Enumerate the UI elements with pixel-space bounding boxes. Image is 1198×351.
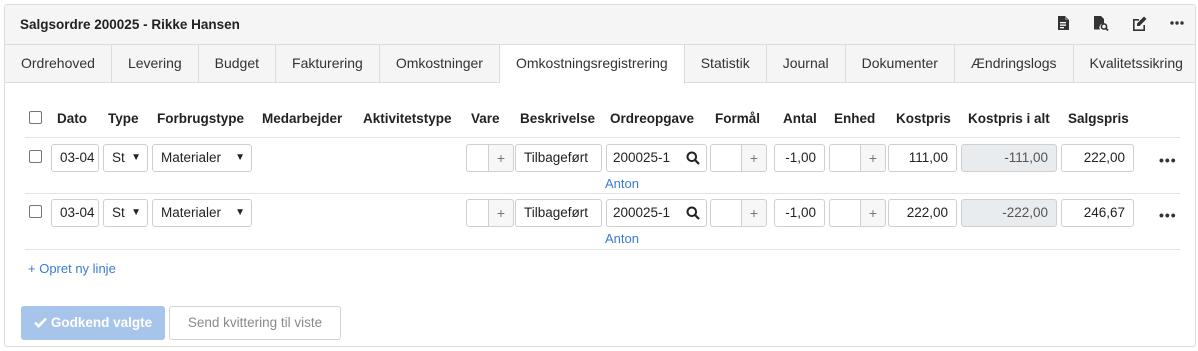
- col-beskrivelse: Beskrivelse: [520, 111, 596, 126]
- antal-input[interactable]: -1,00: [774, 144, 825, 172]
- enhed-input-group: +: [829, 144, 886, 172]
- vare-add-button[interactable]: +: [488, 144, 514, 172]
- add-line-link[interactable]: + Opret ny linje: [28, 261, 116, 276]
- row-more-icon[interactable]: •••: [1159, 152, 1177, 168]
- tab-statistik[interactable]: Statistik: [685, 45, 767, 82]
- vare-input[interactable]: [466, 199, 488, 227]
- tab-kvalitetssikring[interactable]: Kvalitetssikring: [1074, 45, 1195, 82]
- col-formaal: Formål: [715, 111, 761, 126]
- col-enhed: Enhed: [834, 111, 876, 126]
- row-checkbox[interactable]: [29, 150, 42, 163]
- col-forbrugstype: Forbrugstype: [157, 111, 245, 126]
- formaal-input-group: +: [710, 199, 767, 227]
- select-all-checkbox[interactable]: [29, 111, 42, 124]
- forbrugstype-select-value: Materialer: [161, 150, 222, 165]
- formaal-input[interactable]: [710, 144, 741, 172]
- approve-selected-button[interactable]: Godkend valgte: [21, 306, 165, 340]
- tab-dokumenter[interactable]: Dokumenter: [846, 45, 955, 82]
- ordreopgave-input[interactable]: 200025-1: [606, 144, 707, 172]
- type-select-value: St: [112, 150, 125, 165]
- salgspris-input[interactable]: 246,67: [1061, 199, 1134, 227]
- beskrivelse-input[interactable]: Tilbageført: [515, 199, 602, 227]
- tab-journal[interactable]: Journal: [767, 45, 846, 82]
- tab-fakturering[interactable]: Fakturering: [276, 45, 380, 82]
- chevron-down-icon: ▼: [131, 207, 141, 218]
- kostpris-i-alt-field: -111,00: [961, 144, 1057, 172]
- chevron-down-icon: ▼: [131, 152, 141, 163]
- col-vare: Vare: [471, 111, 500, 126]
- forbrugstype-select[interactable]: Materialer ▼: [152, 199, 252, 227]
- col-dato: Dato: [57, 111, 87, 126]
- enhed-input[interactable]: [829, 144, 860, 172]
- search-icon[interactable]: [686, 151, 700, 165]
- forbrugstype-select[interactable]: Materialer ▼: [152, 144, 252, 172]
- type-select[interactable]: St ▼: [103, 144, 148, 172]
- kostpris-input[interactable]: 111,00: [888, 144, 957, 172]
- formaal-input-group: +: [710, 144, 767, 172]
- date-input[interactable]: 03-04: [51, 144, 99, 172]
- row-checkbox[interactable]: [29, 205, 42, 218]
- row-divider: [25, 249, 1180, 250]
- tab-levering[interactable]: Levering: [112, 45, 199, 82]
- document-search-icon[interactable]: [1093, 15, 1109, 31]
- col-type: Type: [108, 111, 139, 126]
- antal-input[interactable]: -1,00: [774, 199, 825, 227]
- formaal-input[interactable]: [710, 199, 741, 227]
- tab-bar: Ordrehoved Levering Budget Fakturering O…: [5, 45, 1195, 84]
- row-divider: [25, 193, 1180, 194]
- vare-input-group: +: [466, 199, 514, 227]
- ordreopgave-input[interactable]: 200025-1: [606, 199, 707, 227]
- tab-aendringslogs[interactable]: Ændringslogs: [955, 45, 1074, 82]
- row-more-icon[interactable]: •••: [1159, 207, 1177, 223]
- enhed-add-button[interactable]: +: [860, 144, 886, 172]
- forbrugstype-select-value: Materialer: [161, 205, 222, 220]
- col-antal: Antal: [783, 111, 817, 126]
- col-ordreopgave: Ordreopgave: [610, 111, 695, 126]
- enhed-input-group: +: [829, 199, 886, 227]
- enhed-add-button[interactable]: +: [860, 199, 886, 227]
- col-medarbejder: Medarbejder: [262, 111, 343, 126]
- vare-input-group: +: [466, 144, 514, 172]
- ordreopgave-sub-link[interactable]: Anton: [605, 176, 639, 191]
- col-kostpris-i-alt: Kostpris i alt: [968, 111, 1050, 126]
- formaal-add-button[interactable]: +: [741, 144, 767, 172]
- sales-order-panel: Salgsordre 200025 - Rikke Hansen Ordreho…: [4, 4, 1196, 347]
- ordreopgave-sub-link[interactable]: Anton: [605, 231, 639, 246]
- ordreopgave-value: 200025-1: [613, 205, 671, 220]
- ordreopgave-value: 200025-1: [613, 150, 671, 165]
- col-salgspris: Salgspris: [1068, 111, 1129, 126]
- document-icon[interactable]: [1055, 15, 1071, 31]
- send-receipt-button[interactable]: Send kvittering til viste: [169, 306, 341, 340]
- kostpris-input[interactable]: 222,00: [888, 199, 957, 227]
- enhed-input[interactable]: [829, 199, 860, 227]
- formaal-add-button[interactable]: +: [741, 199, 767, 227]
- panel-header: Salgsordre 200025 - Rikke Hansen: [5, 5, 1195, 45]
- col-kostpris: Kostpris: [896, 111, 951, 126]
- edit-icon[interactable]: [1131, 15, 1147, 31]
- type-select-value: St: [112, 205, 125, 220]
- tab-omkostninger[interactable]: Omkostninger: [380, 45, 500, 82]
- col-aktivitetstype: Aktivitetstype: [363, 111, 452, 126]
- tab-omkostningsregistrering[interactable]: Omkostningsregistrering: [499, 45, 685, 84]
- beskrivelse-input[interactable]: Tilbageført: [515, 144, 602, 172]
- kostpris-i-alt-field: -222,00: [961, 199, 1057, 227]
- approve-selected-label: Godkend valgte: [50, 315, 153, 330]
- date-input[interactable]: 03-04: [51, 199, 99, 227]
- header-divider: [25, 137, 1180, 138]
- salgspris-input[interactable]: 222,00: [1061, 144, 1134, 172]
- chevron-down-icon: ▼: [235, 207, 245, 218]
- chevron-down-icon: ▼: [235, 152, 245, 163]
- page-title: Salgsordre 200025 - Rikke Hansen: [20, 17, 240, 32]
- tab-ordrehoved[interactable]: Ordrehoved: [5, 45, 112, 82]
- vare-add-button[interactable]: +: [488, 199, 514, 227]
- type-select[interactable]: St ▼: [103, 199, 148, 227]
- vare-input[interactable]: [466, 144, 488, 172]
- more-icon[interactable]: [1169, 15, 1185, 31]
- search-icon[interactable]: [686, 206, 700, 220]
- tab-budget[interactable]: Budget: [199, 45, 277, 82]
- header-actions: [1055, 15, 1185, 31]
- check-icon: [33, 317, 47, 328]
